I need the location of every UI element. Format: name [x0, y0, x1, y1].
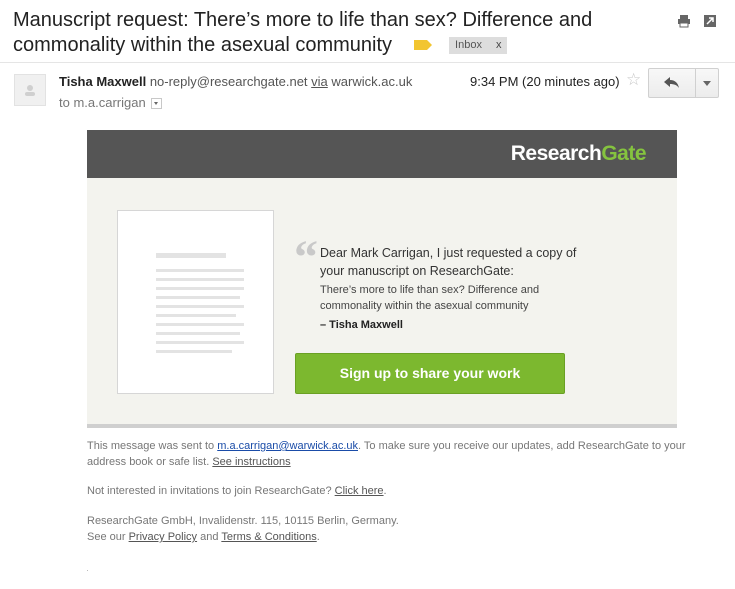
- star-icon[interactable]: ☆: [626, 70, 641, 90]
- via-link[interactable]: via: [311, 74, 328, 89]
- sender-email: no-reply@researchgate.net: [149, 74, 308, 89]
- and-text: and: [197, 531, 222, 543]
- footer-end: .: [316, 531, 320, 543]
- reply-button-group: [648, 68, 719, 98]
- company-address: ResearchGate GmbH, Invalidenstr. 115, 10…: [87, 515, 399, 527]
- quote-icon: “: [294, 231, 318, 284]
- recipient-email-link[interactable]: m.a.carrigan@warwick.ac.uk: [217, 440, 358, 452]
- terms-link[interactable]: Terms & Conditions: [221, 531, 316, 543]
- email-card: ResearchGate “ Dear Mark Carrigan, I jus…: [87, 130, 677, 428]
- avatar-icon: [25, 85, 35, 96]
- reply-button[interactable]: [649, 69, 696, 97]
- divider-dot: [87, 570, 88, 571]
- see-instructions-link[interactable]: See instructions: [212, 456, 290, 468]
- top-icons: [677, 14, 717, 28]
- card-header: ResearchGate: [87, 130, 677, 178]
- footer-period: .: [383, 485, 387, 497]
- not-interested-text: Not interested in invitations to join Re…: [87, 485, 335, 497]
- via-domain: warwick.ac.uk: [331, 74, 413, 89]
- researchgate-logo: ResearchGate: [510, 142, 647, 166]
- footer-legal: ResearchGate GmbH, Invalidenstr. 115, 10…: [87, 513, 687, 545]
- recipient-name: m.a.carrigan: [73, 95, 146, 110]
- label-tag-icon[interactable]: [414, 40, 433, 51]
- recipient-line: to m.a.carrigan: [59, 95, 162, 110]
- print-icon[interactable]: [677, 14, 691, 28]
- privacy-policy-link[interactable]: Privacy Policy: [129, 531, 197, 543]
- logo-gate-text: Gate: [601, 142, 646, 165]
- subject-row: Manuscript request: There’s more to life…: [13, 8, 653, 58]
- sender-name[interactable]: Tisha Maxwell: [59, 74, 146, 89]
- more-options-button[interactable]: [696, 69, 718, 97]
- request-message: Dear Mark Carrigan, I just requested a c…: [320, 246, 577, 278]
- see-our-text: See our: [87, 531, 129, 543]
- remove-label-button[interactable]: x: [496, 39, 502, 51]
- sign-up-button[interactable]: Sign up to share your work: [295, 353, 565, 394]
- to-prefix: to: [59, 95, 70, 110]
- document-thumbnail-icon: [117, 210, 274, 394]
- sender-line: Tisha Maxwell no-reply@researchgate.net …: [59, 74, 412, 89]
- new-window-icon[interactable]: [703, 14, 717, 28]
- more-options-icon: [703, 80, 711, 86]
- card-bottom-bar: [87, 424, 677, 428]
- timestamp: 9:34 PM (20 minutes ago): [470, 74, 620, 89]
- logo-research-text: Research: [510, 142, 602, 165]
- show-details-icon[interactable]: [150, 98, 162, 110]
- footer-unsubscribe: Not interested in invitations to join Re…: [87, 483, 687, 499]
- inbox-label-text: Inbox: [455, 38, 482, 51]
- footer-notice: This message was sent to m.a.carrigan@wa…: [87, 438, 687, 470]
- footer-sent-prefix: This message was sent to: [87, 440, 218, 452]
- header-divider: [0, 62, 735, 63]
- requester-signature: – Tisha Maxwell: [320, 319, 403, 331]
- reply-icon: [664, 77, 679, 88]
- avatar: [14, 74, 46, 106]
- paper-title: There’s more to life than sex? Differenc…: [320, 284, 540, 312]
- inbox-label-chip[interactable]: Inbox x: [449, 36, 508, 54]
- click-here-link[interactable]: Click here: [335, 485, 384, 497]
